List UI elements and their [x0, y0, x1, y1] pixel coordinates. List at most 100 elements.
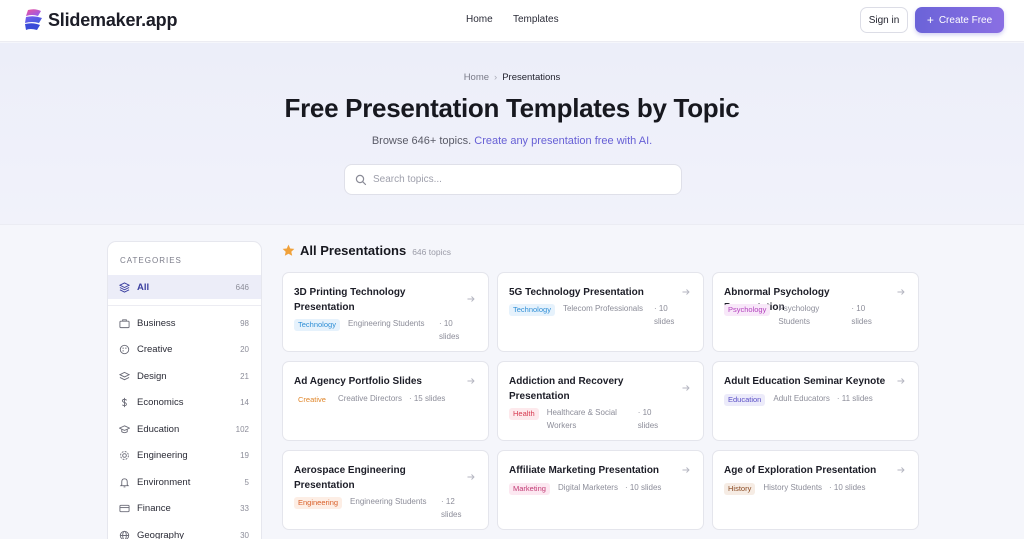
- card-slide-count: · 11 slides: [836, 394, 873, 403]
- arrow-right-icon: [467, 474, 475, 480]
- category-label: Finance: [137, 503, 171, 514]
- category-count: 33: [240, 504, 249, 513]
- card-audience: Psychology Students: [778, 304, 820, 326]
- brand-name: Slidemaker.app: [48, 9, 178, 30]
- category-item-business[interactable]: Business 98: [108, 311, 261, 335]
- section-count: 646 topics: [412, 246, 451, 257]
- section-header: All Presentations 646 topics: [282, 243, 451, 258]
- category-item-finance[interactable]: Finance 33: [108, 497, 261, 521]
- card-slide-count: · 10 slides: [624, 483, 662, 492]
- presentation-card[interactable]: 3D Printing Technology Presentation Techn…: [282, 272, 489, 352]
- category-tag: Technology: [509, 304, 555, 316]
- graduation-cap-icon: [119, 424, 130, 433]
- card-title: 3D Printing Technology Presentation: [294, 287, 406, 313]
- nav-home-link[interactable]: Home: [466, 14, 493, 25]
- category-tag: Engineering: [294, 497, 343, 509]
- layers-icon: [119, 371, 130, 380]
- category-label: Engineering: [137, 450, 188, 461]
- category-label: Education: [137, 423, 180, 435]
- category-item-economics[interactable]: Economics 14: [108, 391, 261, 415]
- briefcase-icon: [119, 318, 130, 328]
- arrow-right-icon: [897, 378, 905, 384]
- top-navigation-bar: Slidemaker.app Home Templates Sign in + …: [0, 0, 1024, 42]
- card-meta: Health Healthcare & Social Workers · 10 sl…: [509, 407, 672, 432]
- section-title: All Presentations: [300, 243, 407, 258]
- bell-icon: [119, 477, 130, 487]
- category-item-design[interactable]: Design 21: [108, 364, 261, 388]
- search-box: [344, 164, 682, 195]
- card-meta: Marketing Digital Marketers · 10 slides: [509, 482, 661, 495]
- arrow-right-icon: [897, 289, 905, 295]
- category-item-education[interactable]: Education 102: [108, 417, 261, 441]
- stack-icon: [119, 281, 130, 293]
- star-icon: [282, 244, 295, 256]
- gear-icon: [120, 451, 129, 460]
- card-meta: Psychology Psychology Students · 10 slides: [724, 303, 885, 328]
- card-audience: Healthcare & Social Workers: [546, 408, 617, 430]
- dollar-icon: [121, 397, 128, 408]
- category-tag: Marketing: [509, 483, 550, 495]
- card-meta: Technology Engineering Students · 10 slide…: [294, 318, 473, 343]
- category-item-engineering[interactable]: Engineering 19: [108, 444, 261, 468]
- category-count: 14: [240, 398, 249, 407]
- category-count: 646: [235, 282, 249, 292]
- create-with-ai-link[interactable]: Create any presentation free with AI.: [474, 135, 652, 147]
- hero-subtitle: Browse 646+ topics. Create any presentat…: [0, 135, 1024, 147]
- slidemaker-logo-icon: [25, 9, 42, 30]
- presentation-card[interactable]: Abnormal Psychology PresentationPsycholo…: [712, 272, 919, 352]
- hero-section: Home › Presentations Free Presentation Tem…: [0, 43, 1024, 225]
- search-input[interactable]: [373, 165, 673, 194]
- category-count: 98: [240, 318, 249, 328]
- category-count: 102: [235, 424, 249, 434]
- category-count: 20: [240, 345, 249, 354]
- brand-logo-link[interactable]: Slidemaker.app: [23, 8, 177, 32]
- arrow-right-icon: [897, 467, 905, 473]
- category-divider: [108, 305, 261, 306]
- card-slide-count: · 10 slides: [637, 408, 659, 430]
- presentation-card[interactable]: Aerospace Engineering Presentation Engine…: [282, 450, 489, 530]
- card-title: Adult Education Seminar Keynote: [724, 376, 886, 387]
- page-title: Free Presentation Templates by Topic: [284, 93, 740, 123]
- arrow-right-icon: [682, 289, 690, 295]
- category-label: All: [137, 281, 150, 293]
- presentation-card[interactable]: Age of Exploration Presentation History Hi…: [712, 450, 919, 530]
- create-free-label: Create Free: [938, 14, 993, 26]
- category-item-environment[interactable]: Environment 5: [108, 470, 261, 494]
- card-meta: History History Students · 10 slides: [724, 482, 866, 495]
- card-icon: [119, 504, 130, 513]
- presentation-card[interactable]: Affiliate Marketing Presentation Marketin…: [497, 450, 704, 530]
- category-count: 19: [240, 451, 249, 460]
- category-count: 30: [240, 530, 249, 539]
- arrow-right-icon: [682, 467, 690, 473]
- category-item-geography[interactable]: Geography 30: [108, 523, 261, 539]
- breadcrumb: Home › Presentations: [0, 72, 1024, 83]
- card-audience: Engineering Students: [347, 319, 425, 328]
- card-meta: Engineering Engineering Students · 12 slid…: [294, 496, 475, 521]
- nav-templates-link[interactable]: Templates: [513, 14, 559, 25]
- breadcrumb-home-link[interactable]: Home: [464, 72, 489, 83]
- category-item-all[interactable]: All 646: [108, 275, 261, 299]
- card-title: Age of Exploration Presentation: [724, 465, 877, 476]
- card-meta: Creative Creative Directors · 15 slides: [294, 393, 445, 406]
- card-audience: Digital Marketers: [557, 483, 618, 492]
- category-label: Business: [137, 317, 176, 329]
- presentation-card[interactable]: Ad Agency Portfolio Slides Creative Creati…: [282, 361, 489, 441]
- sign-in-button[interactable]: Sign in: [860, 7, 908, 33]
- category-tag: Creative: [294, 394, 330, 406]
- category-tag: Technology: [294, 319, 340, 331]
- category-label: Economics: [137, 397, 184, 408]
- card-audience: History Students: [763, 483, 823, 492]
- presentation-card[interactable]: Adult Education Seminar Keynote Education…: [712, 361, 919, 441]
- presentation-card[interactable]: 5G Technology Presentation Technology Tele…: [497, 272, 704, 352]
- category-label: Environment: [137, 476, 191, 488]
- category-tag: Psychology: [724, 304, 771, 316]
- category-label: Geography: [137, 529, 185, 539]
- palette-icon: [119, 344, 130, 355]
- create-free-button[interactable]: + Create Free: [915, 7, 1004, 33]
- card-audience: Creative Directors: [337, 394, 402, 403]
- arrow-right-icon: [467, 378, 475, 384]
- category-item-creative[interactable]: Creative 20: [108, 338, 261, 362]
- card-meta: Education Adult Educators · 11 slides: [724, 393, 873, 406]
- card-title: Ad Agency Portfolio Slides: [294, 376, 422, 387]
- presentation-card[interactable]: Addiction and Recovery Presentation Healt…: [497, 361, 704, 441]
